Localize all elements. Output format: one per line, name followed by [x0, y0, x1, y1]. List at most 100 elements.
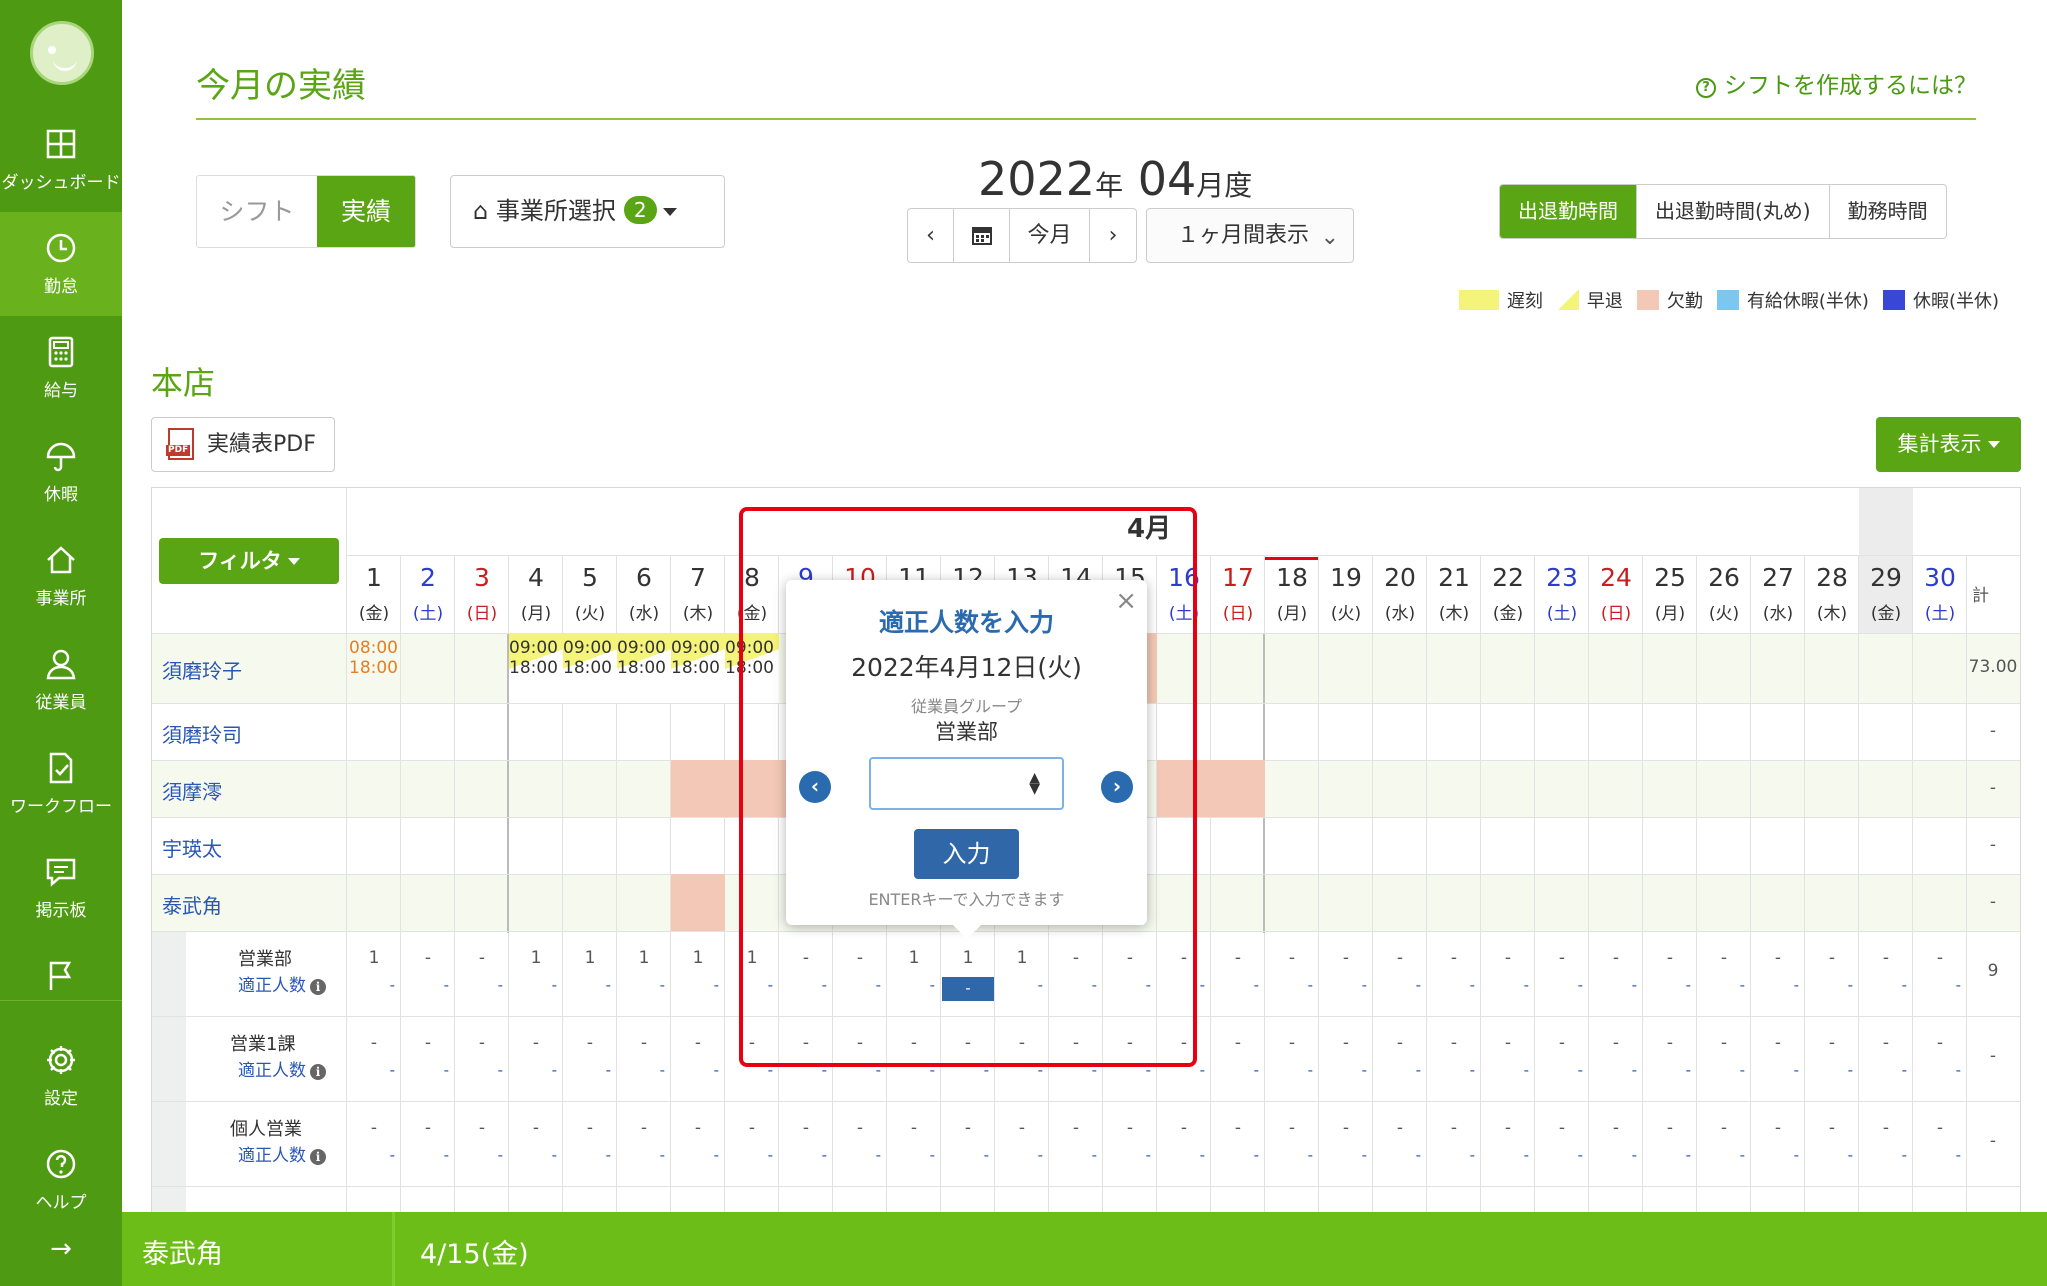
optimal-staff-cell[interactable]: -: [995, 1146, 1049, 1164]
optimal-staff-cell[interactable]: -: [995, 1061, 1049, 1079]
optimal-staff-cell[interactable]: -: [1427, 1146, 1481, 1164]
help-link[interactable]: ? シフトを作成するには？: [1696, 66, 1977, 100]
optimal-staff-cell[interactable]: -: [1103, 1061, 1157, 1079]
optimal-staff-cell[interactable]: -: [1157, 1061, 1211, 1079]
optimal-staff-cell[interactable]: -: [1265, 976, 1319, 994]
optimal-staff-cell[interactable]: -: [1319, 1061, 1373, 1079]
shift-time[interactable]: 09:00 18:00: [725, 633, 779, 703]
optimal-staff-cell[interactable]: -: [1589, 1146, 1643, 1164]
shift-time[interactable]: 09:00 18:00: [617, 633, 671, 703]
optimal-staff-cell[interactable]: -: [1373, 976, 1427, 994]
optimal-staff-cell[interactable]: -: [941, 1061, 995, 1079]
optimal-staff-cell[interactable]: -: [1805, 1146, 1859, 1164]
stepper-icon[interactable]: ▲ ▼: [1029, 771, 1040, 796]
optimal-staff-cell[interactable]: -: [1643, 1146, 1697, 1164]
optimal-staff-cell[interactable]: -: [509, 976, 563, 994]
optimal-staff-cell[interactable]: -: [833, 1061, 887, 1079]
optimal-staff-cell[interactable]: -: [833, 976, 887, 994]
range-select[interactable]: １ヶ月間表示 ⌄: [1146, 208, 1354, 263]
optimal-staff-cell[interactable]: -: [1859, 1146, 1913, 1164]
optimal-staff-cell[interactable]: -: [617, 1061, 671, 1079]
optimal-staff-cell[interactable]: -: [1859, 1061, 1913, 1079]
next-month-button[interactable]: ›: [1090, 209, 1136, 262]
optimal-staff-cell[interactable]: -: [509, 1146, 563, 1164]
optimal-staff-cell[interactable]: -: [671, 1146, 725, 1164]
employee-name[interactable]: 須磨玲司: [162, 719, 242, 748]
optimal-staff-cell[interactable]: -: [347, 1146, 401, 1164]
optimal-staff-cell[interactable]: -: [1049, 1146, 1103, 1164]
optimal-staff-cell[interactable]: -: [1535, 1061, 1589, 1079]
shift-tab[interactable]: シフト: [197, 176, 317, 247]
optimal-staff-cell[interactable]: -: [1481, 1061, 1535, 1079]
optimal-staff-input[interactable]: ▲ ▼: [869, 757, 1064, 810]
sidebar-item-gear[interactable]: 設定: [0, 1024, 122, 1128]
optimal-staff-cell[interactable]: -: [563, 976, 617, 994]
optimal-staff-cell[interactable]: -: [401, 1061, 455, 1079]
optimal-staff-cell[interactable]: -: [779, 1061, 833, 1079]
actual-tab[interactable]: 実績: [317, 176, 415, 247]
optimal-staff-cell[interactable]: -: [1751, 976, 1805, 994]
optimal-staff-cell[interactable]: -: [1265, 1146, 1319, 1164]
sidebar-item-clock[interactable]: 勤怠: [0, 212, 122, 316]
submit-button[interactable]: 入力: [914, 829, 1019, 879]
optimal-staff-cell[interactable]: -: [1319, 1146, 1373, 1164]
pdf-button[interactable]: PDF 実績表PDF: [151, 417, 335, 472]
optimal-staff-cell[interactable]: -: [1049, 1061, 1103, 1079]
optimal-staff-cell[interactable]: -: [1913, 1061, 1967, 1079]
optimal-staff-cell[interactable]: -: [1643, 1061, 1697, 1079]
optimal-staff-cell[interactable]: -: [1913, 976, 1967, 994]
sidebar-item-flag[interactable]: [0, 940, 122, 1020]
optimal-staff-cell[interactable]: -: [1103, 976, 1157, 994]
sidebar-item-umbrella[interactable]: 休暇: [0, 420, 122, 524]
shift-time[interactable]: 08:00 18:00: [349, 638, 401, 698]
sidebar-item-user[interactable]: 従業員: [0, 628, 122, 732]
employee-name[interactable]: 須摩澪: [162, 776, 222, 805]
optimal-staff-cell[interactable]: -: [455, 976, 509, 994]
optimal-staff-cell[interactable]: -: [1697, 1146, 1751, 1164]
optimal-staff-cell[interactable]: -: [1157, 976, 1211, 994]
optimal-staff-cell[interactable]: -: [1589, 1061, 1643, 1079]
optimal-staff-cell[interactable]: -: [1211, 1061, 1265, 1079]
popup-prev-icon[interactable]: ‹: [799, 771, 831, 803]
optimal-staff-cell[interactable]: -: [1535, 976, 1589, 994]
optimal-staff-cell[interactable]: -: [1913, 1146, 1967, 1164]
optimal-staff-cell[interactable]: -: [1211, 1146, 1265, 1164]
optimal-staff-cell[interactable]: -: [1157, 1146, 1211, 1164]
optimal-staff-cell[interactable]: -: [563, 1061, 617, 1079]
optimal-staff-cell[interactable]: -: [1805, 1061, 1859, 1079]
optimal-staff-cell[interactable]: -: [1481, 976, 1535, 994]
optimal-staff-cell[interactable]: -: [1535, 1146, 1589, 1164]
optimal-staff-cell[interactable]: -: [1697, 1061, 1751, 1079]
optimal-staff-cell[interactable]: -: [1049, 976, 1103, 994]
employee-name[interactable]: 須磨玲子: [162, 655, 242, 684]
optimal-staff-cell[interactable]: -: [1265, 1061, 1319, 1079]
optimal-staff-cell[interactable]: -: [401, 1146, 455, 1164]
shift-time[interactable]: 09:00 18:00: [671, 633, 725, 703]
optimal-staff-cell[interactable]: -: [725, 1146, 779, 1164]
employee-name[interactable]: 泰武角: [162, 890, 222, 919]
calendar-button[interactable]: [954, 209, 1010, 262]
optimal-staff-cell[interactable]: -: [347, 1061, 401, 1079]
optimal-staff-cell[interactable]: -: [1481, 1146, 1535, 1164]
optimal-staff-cell[interactable]: -: [401, 976, 455, 994]
optimal-staff-cell[interactable]: -: [617, 976, 671, 994]
optimal-staff-cell[interactable]: -: [1643, 976, 1697, 994]
optimal-staff-cell[interactable]: -: [887, 1061, 941, 1079]
optimal-staff-cell[interactable]: -: [1589, 976, 1643, 994]
aggregate-button[interactable]: 集計表示: [1876, 417, 2021, 472]
time-mode-rounded[interactable]: 出退勤時間(丸め): [1637, 185, 1830, 238]
optimal-staff-cell[interactable]: -: [1373, 1146, 1427, 1164]
optimal-staff-cell[interactable]: -: [941, 1146, 995, 1164]
optimal-staff-cell[interactable]: -: [1751, 1061, 1805, 1079]
time-mode-work[interactable]: 勤務時間: [1830, 185, 1946, 238]
optimal-staff-cell[interactable]: -: [617, 1146, 671, 1164]
time-mode-clock[interactable]: 出退勤時間: [1500, 185, 1637, 238]
optimal-staff-cell[interactable]: -: [1319, 976, 1373, 994]
optimal-staff-cell[interactable]: -: [725, 976, 779, 994]
optimal-staff-cell[interactable]: -: [1751, 1146, 1805, 1164]
sidebar-item-calculator[interactable]: 給与: [0, 316, 122, 420]
sidebar-item-dashboard[interactable]: ダッシュボード: [0, 108, 122, 212]
optimal-staff-cell[interactable]: -: [1697, 976, 1751, 994]
optimal-staff-cell[interactable]: -: [1211, 976, 1265, 994]
optimal-staff-cell[interactable]: -: [347, 976, 401, 994]
